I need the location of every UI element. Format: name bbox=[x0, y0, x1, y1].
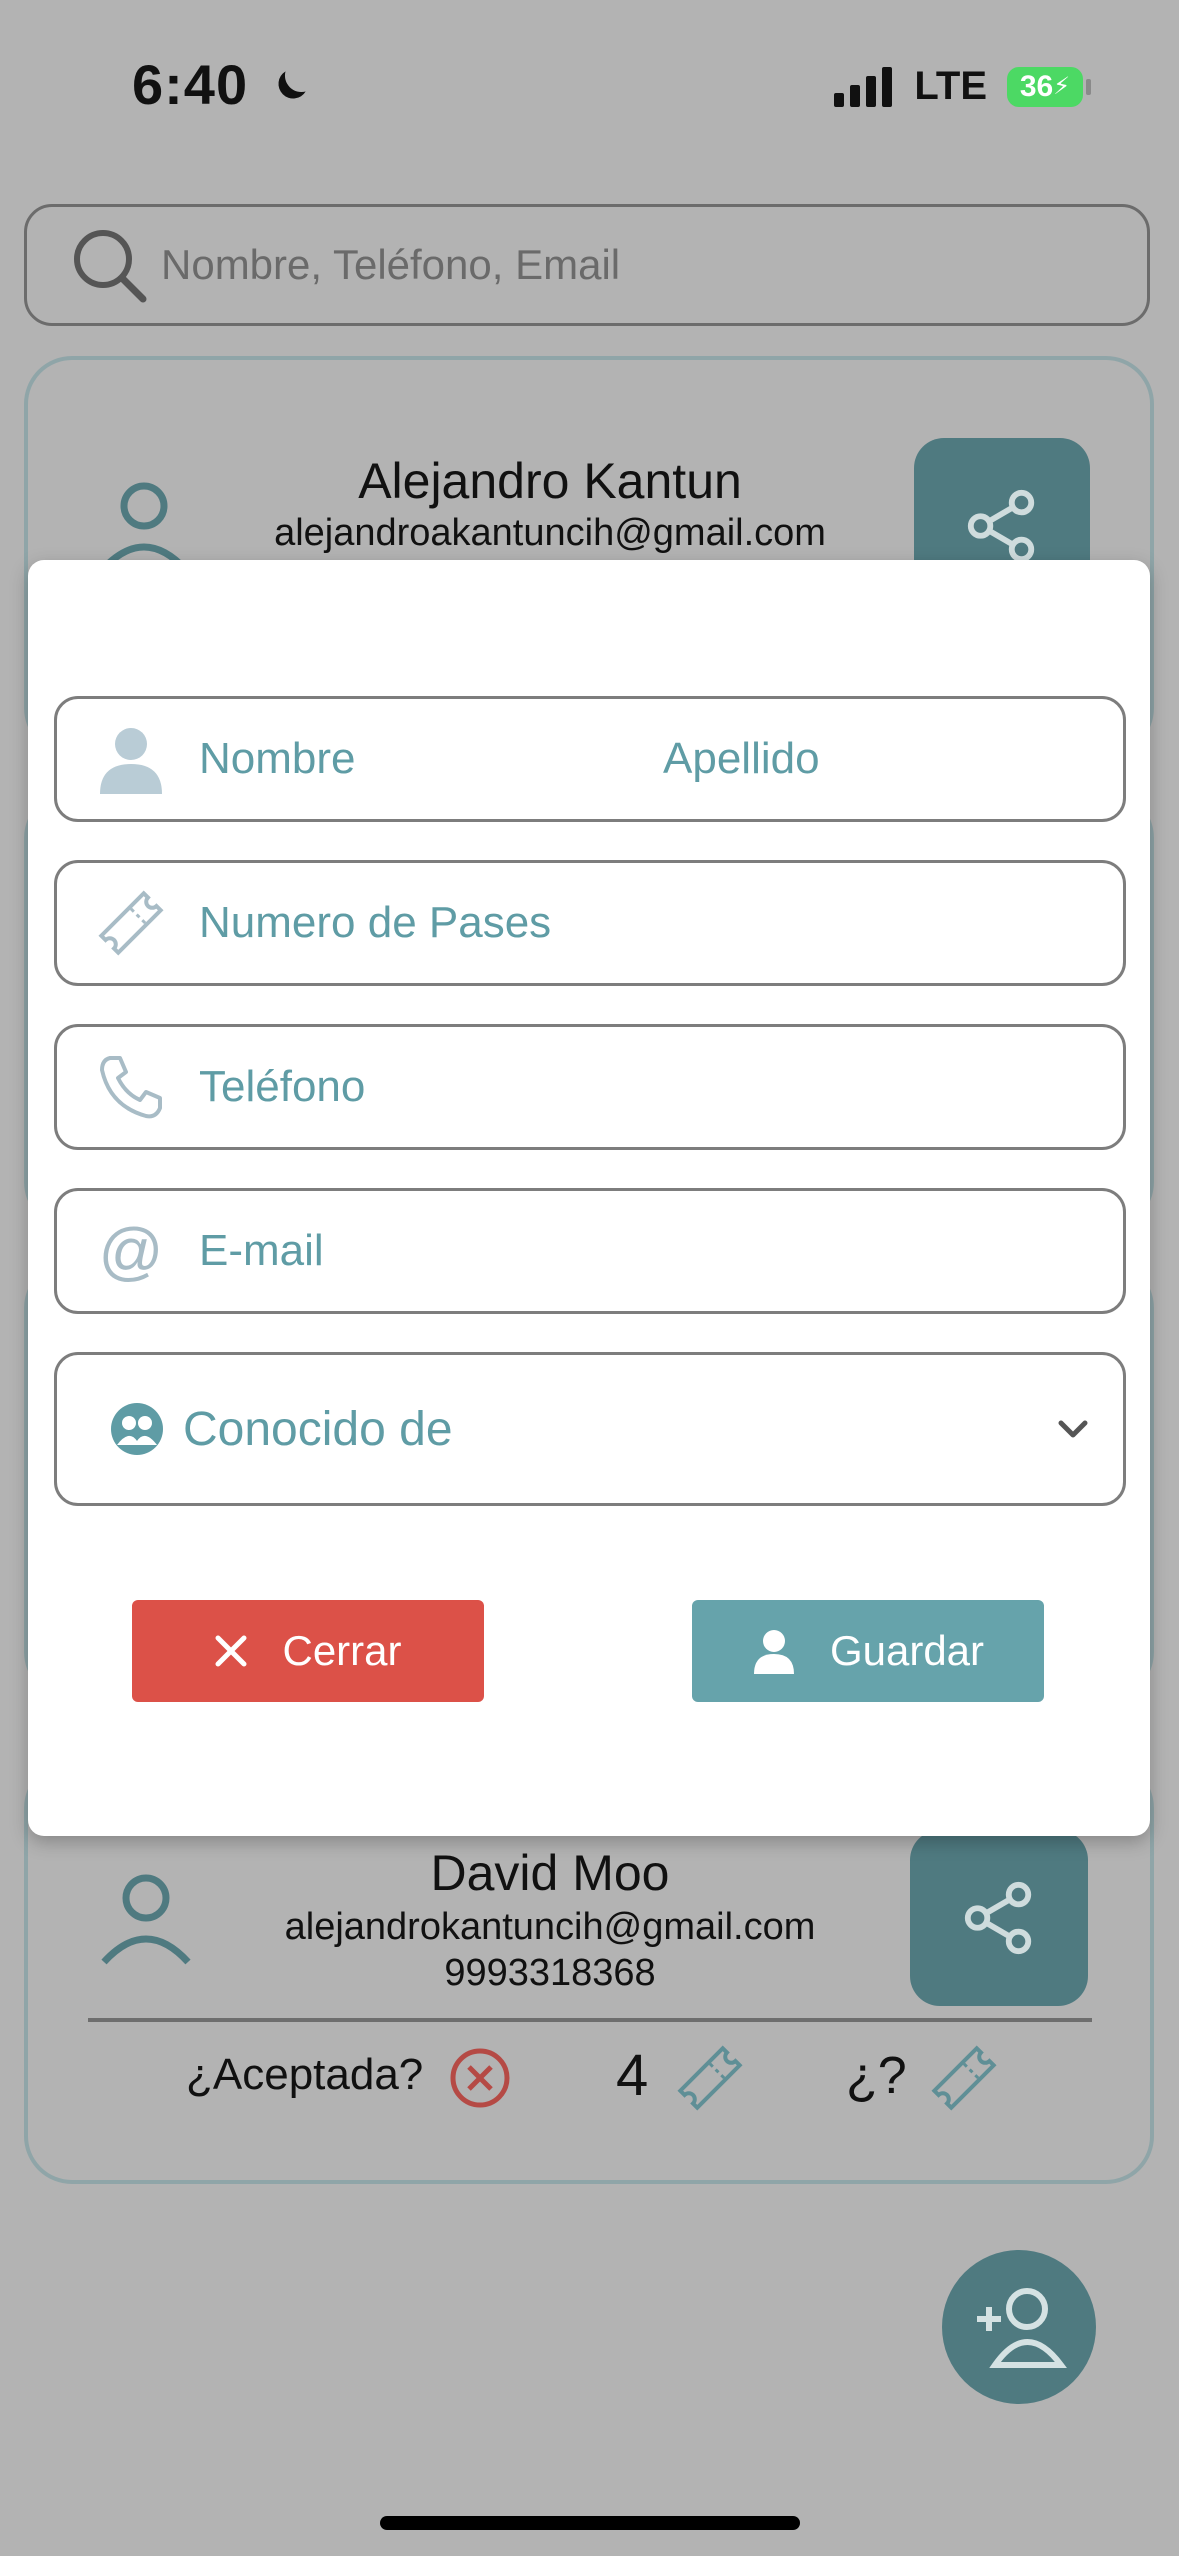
save-button-label: Guardar bbox=[829, 1627, 985, 1674]
user-outline-icon bbox=[101, 1874, 191, 1965]
person-icon bbox=[93, 721, 169, 797]
passes-field[interactable]: Numero de Pases bbox=[54, 860, 1126, 986]
unknown-passes: ¿? bbox=[846, 2047, 907, 2105]
ticket-icon bbox=[931, 2045, 997, 2111]
user-outline-icon bbox=[99, 482, 189, 573]
status-time: 6:40 bbox=[132, 52, 313, 117]
share-icon bbox=[964, 1881, 1032, 1955]
search-bar[interactable] bbox=[24, 204, 1150, 326]
known-from-value: Conocido de bbox=[183, 1402, 453, 1456]
ticket-icon bbox=[677, 2045, 743, 2111]
contact-email: alejandrokantuncih@gmail.com bbox=[284, 1906, 816, 1948]
network-type: LTE bbox=[914, 64, 987, 108]
phone-icon bbox=[93, 1049, 169, 1125]
first-name-input[interactable]: Nombre bbox=[199, 734, 663, 784]
ticket-icon bbox=[93, 885, 169, 961]
contact-phone: 9993318368 bbox=[444, 1952, 656, 1994]
passes-input[interactable]: Numero de Pases bbox=[199, 898, 551, 948]
known-from-select[interactable]: Conocido de bbox=[54, 1352, 1126, 1506]
search-icon bbox=[74, 230, 147, 303]
share-button[interactable] bbox=[910, 1830, 1088, 2006]
contact-email: alejandroakantuncih@gmail.com bbox=[274, 512, 826, 554]
group-icon bbox=[109, 1391, 165, 1467]
add-contact-button[interactable] bbox=[942, 2250, 1096, 2404]
share-icon bbox=[967, 489, 1035, 563]
accepted-label: ¿Aceptada? bbox=[186, 2050, 424, 2099]
home-indicator[interactable] bbox=[380, 2516, 800, 2530]
card-divider bbox=[88, 2018, 1092, 2022]
passes-count: 4 bbox=[616, 2043, 649, 2108]
email-input[interactable]: E-mail bbox=[199, 1226, 324, 1276]
phone-field[interactable]: Teléfono bbox=[54, 1024, 1126, 1150]
close-button-label: Cerrar bbox=[282, 1627, 402, 1674]
at-icon: @ bbox=[98, 1215, 164, 1287]
contact-name: Alejandro Kantun bbox=[358, 453, 742, 509]
contact-name: David Moo bbox=[430, 1845, 670, 1901]
save-button[interactable]: Guardar bbox=[692, 1600, 1044, 1702]
not-accepted-icon[interactable] bbox=[448, 2046, 512, 2110]
close-button[interactable]: Cerrar bbox=[132, 1600, 484, 1702]
battery-level: 36 bbox=[1019, 69, 1054, 103]
battery-icon: 36 ⚡ bbox=[1007, 66, 1091, 107]
signal-icon bbox=[834, 66, 893, 107]
new-contact-modal: Nombre Apellido Numero de Pases Teléfono… bbox=[28, 560, 1150, 1836]
last-name-input[interactable]: Apellido bbox=[663, 734, 820, 784]
moon-icon bbox=[278, 71, 306, 99]
email-field[interactable]: @ E-mail bbox=[54, 1188, 1126, 1314]
name-field[interactable]: Nombre Apellido bbox=[54, 696, 1126, 822]
user-icon bbox=[753, 1630, 794, 1674]
close-icon bbox=[215, 1635, 247, 1667]
add-user-icon bbox=[977, 2288, 1067, 2368]
search-input[interactable] bbox=[159, 240, 1063, 290]
phone-input[interactable]: Teléfono bbox=[199, 1062, 365, 1112]
chevron-down-icon bbox=[1058, 1420, 1088, 1438]
status-indicators: LTE 36 ⚡ bbox=[834, 64, 1091, 109]
